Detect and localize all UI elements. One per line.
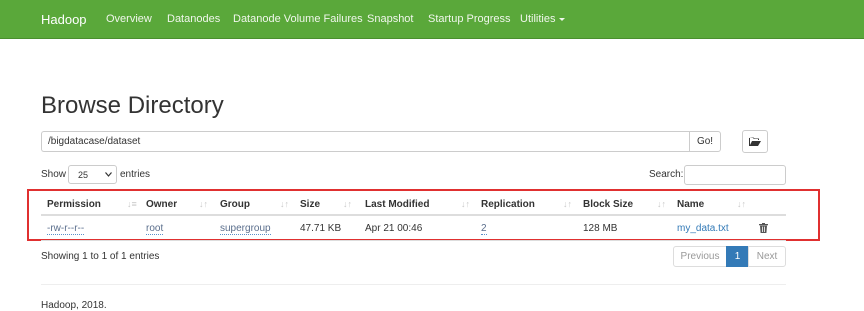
header-group[interactable]: Group: [220, 199, 250, 210]
sort-icon[interactable]: ↓↑: [461, 199, 470, 209]
footer-divider: [41, 284, 786, 285]
sort-icon[interactable]: ↓↑: [343, 199, 352, 209]
directory-path-input[interactable]: [41, 131, 689, 152]
table-row-divider: [41, 240, 786, 241]
next-page-button[interactable]: Next: [748, 246, 786, 267]
footer-text: Hadoop, 2018.: [41, 300, 107, 311]
page-1-button[interactable]: 1: [726, 246, 749, 267]
header-block-size[interactable]: Block Size: [583, 199, 633, 210]
top-navbar: Hadoop Overview Datanodes Datanode Volum…: [0, 0, 864, 39]
sort-icon[interactable]: ↓↑: [563, 199, 572, 209]
cell-replication[interactable]: 2: [481, 223, 487, 235]
folder-button[interactable]: [742, 130, 768, 153]
search-input[interactable]: [684, 165, 786, 185]
page-title: Browse Directory: [41, 92, 224, 120]
nav-datanodes[interactable]: Datanodes: [167, 13, 220, 25]
show-label: Show: [41, 169, 67, 180]
header-size[interactable]: Size: [300, 199, 320, 210]
trash-icon[interactable]: [759, 223, 768, 233]
nav-utilities-label: Utilities: [520, 13, 556, 25]
caret-down-icon: [559, 17, 566, 21]
cell-owner[interactable]: root: [146, 223, 164, 235]
cell-last-modified: Apr 21 00:46: [365, 223, 423, 234]
header-name[interactable]: Name: [677, 199, 704, 210]
sort-icon[interactable]: ↓↑: [280, 199, 289, 209]
folder-open-icon: [749, 137, 761, 146]
chevron-down-icon: [105, 172, 112, 177]
search-label: Search:: [649, 169, 684, 180]
cell-permission[interactable]: -rw-r--r--: [47, 223, 85, 235]
sort-icon[interactable]: ↓↑: [199, 199, 208, 209]
entries-label: entries: [120, 169, 151, 180]
header-last-modified[interactable]: Last Modified: [365, 199, 429, 210]
nav-overview[interactable]: Overview: [106, 13, 152, 25]
sort-icon[interactable]: ↓↑: [657, 199, 666, 209]
sort-asc-icon[interactable]: ↓≡: [127, 199, 137, 209]
entries-per-page-select[interactable]: 25: [68, 165, 117, 184]
header-permission[interactable]: Permission: [47, 199, 101, 210]
go-button[interactable]: Go!: [689, 131, 721, 152]
file-name-link[interactable]: my_data.txt: [677, 223, 729, 234]
nav-startup-progress[interactable]: Startup Progress: [428, 13, 511, 25]
cell-block-size: 128 MB: [583, 223, 618, 234]
header-owner[interactable]: Owner: [146, 199, 177, 210]
brand-logo[interactable]: Hadoop: [41, 12, 87, 27]
table-info-text: Showing 1 to 1 of 1 entries: [41, 251, 160, 262]
header-replication[interactable]: Replication: [481, 199, 535, 210]
nav-snapshot[interactable]: Snapshot: [367, 13, 413, 25]
cell-size: 47.71 KB: [300, 223, 342, 234]
nav-utilities[interactable]: Utilities: [520, 13, 566, 25]
entries-value: 25: [78, 170, 89, 180]
sort-icon[interactable]: ↓↑: [737, 199, 746, 209]
cell-group[interactable]: supergroup: [220, 223, 271, 235]
nav-datanode-volume-failures[interactable]: Datanode Volume Failures: [233, 13, 363, 25]
table-header-divider: [41, 214, 786, 216]
previous-page-button[interactable]: Previous: [673, 246, 727, 267]
